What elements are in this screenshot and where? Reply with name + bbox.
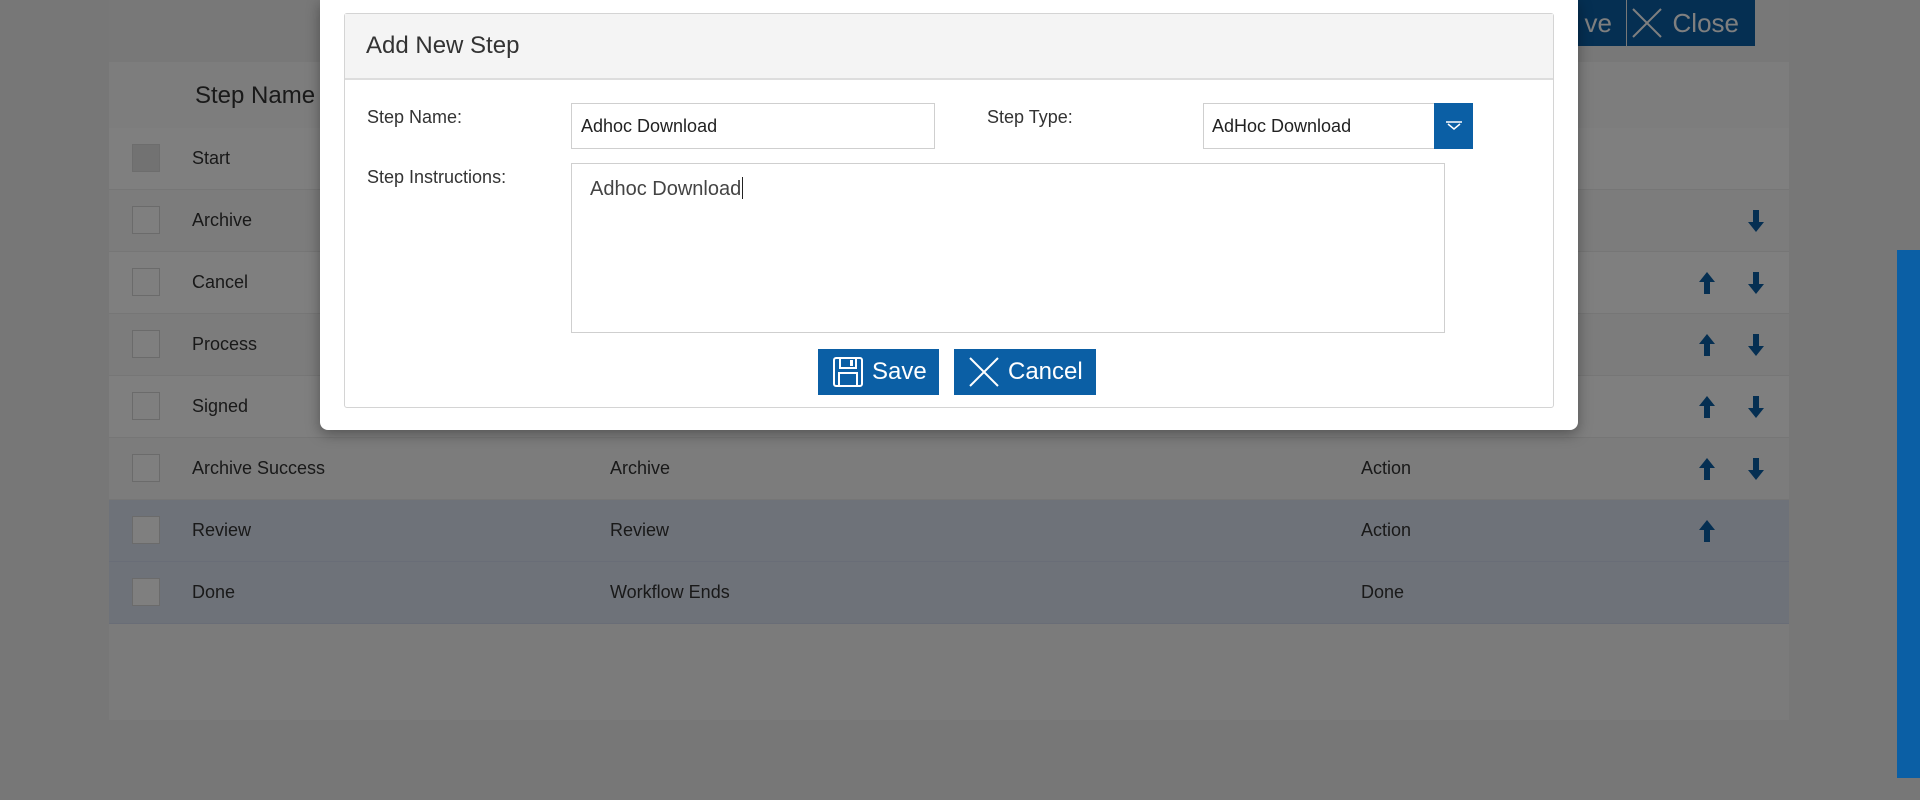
step-name-label: Step Name:: [367, 107, 463, 127]
step-instructions-textarea[interactable]: Adhoc Download: [571, 163, 1445, 333]
save-label: Save: [872, 358, 927, 385]
step-type-select[interactable]: AdHoc Download: [1203, 103, 1473, 149]
dialog-body: Add New Step Step Name: Adhoc Download S…: [344, 13, 1554, 408]
step-type-label: Step Type:: [987, 107, 1073, 127]
cancel-button[interactable]: Cancel: [954, 349, 1096, 395]
step-instructions-label: Step Instructions:: [367, 167, 507, 187]
step-instructions-value: Adhoc Download: [590, 178, 742, 200]
close-icon: [969, 357, 999, 387]
add-step-dialog: Add New Step Step Name: Adhoc Download S…: [320, 0, 1578, 430]
step-type-value: AdHoc Download: [1212, 115, 1352, 136]
step-name-value: Adhoc Download: [581, 115, 718, 136]
side-scroll-strip: [1897, 250, 1920, 778]
cancel-label: Cancel: [1008, 358, 1083, 385]
text-caret: [742, 177, 744, 199]
chevron-down-icon: [1445, 121, 1462, 130]
step-type-dropdown-button[interactable]: [1434, 103, 1473, 149]
floppy-disk-icon: [833, 357, 863, 387]
save-button[interactable]: Save: [818, 349, 939, 395]
step-name-input[interactable]: Adhoc Download: [571, 103, 935, 149]
dialog-title: Add New Step: [345, 14, 1553, 80]
